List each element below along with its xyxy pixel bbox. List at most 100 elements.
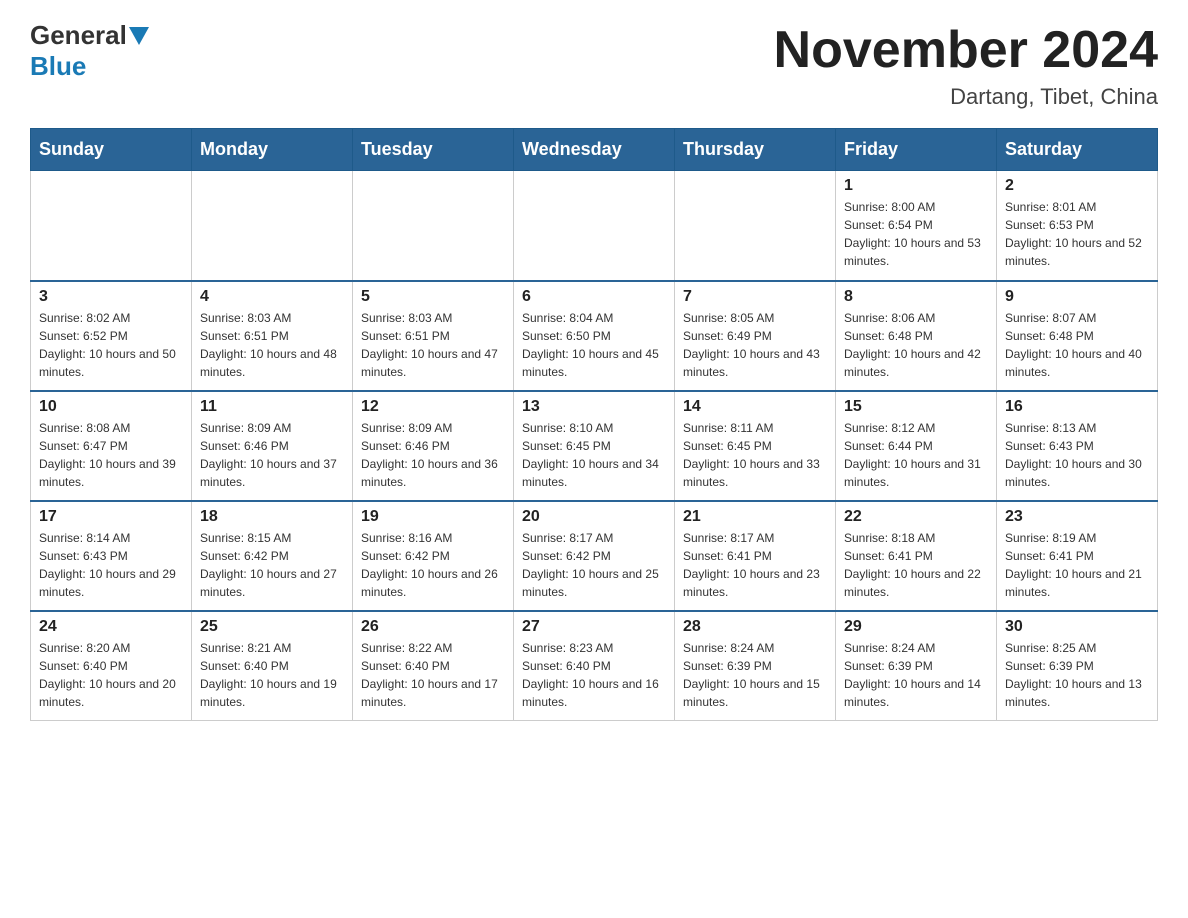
day-number: 23 — [1005, 508, 1149, 526]
day-info: Sunrise: 8:05 AMSunset: 6:49 PMDaylight:… — [683, 309, 827, 381]
calendar-cell: 8Sunrise: 8:06 AMSunset: 6:48 PMDaylight… — [836, 281, 997, 391]
col-header-wednesday: Wednesday — [514, 129, 675, 171]
calendar-cell: 28 Sunrise: 8:24 AMSunset: 6:39 PMDayligh… — [675, 611, 836, 721]
day-number: 3 — [39, 288, 183, 306]
calendar-cell: 27 Sunrise: 8:23 AMSunset: 6:40 PMDayligh… — [514, 611, 675, 721]
day-number: 24 — [39, 618, 183, 636]
day-number: 26 — [361, 618, 505, 636]
day-info: Sunrise: 8:09 AMSunset: 6:46 PMDaylight:… — [200, 419, 344, 491]
day-number: 14 — [683, 398, 827, 416]
day-number: 28 — [683, 618, 827, 636]
day-number: 21 — [683, 508, 827, 526]
day-number: 7 — [683, 288, 827, 306]
day-info: Sunrise: 8:17 AMSunset: 6:41 PMDaylight:… — [683, 529, 827, 601]
week-row-2: 3Sunrise: 8:02 AMSunset: 6:52 PMDaylight… — [31, 281, 1158, 391]
calendar-cell: 14 Sunrise: 8:11 AMSunset: 6:45 PMDayligh… — [675, 391, 836, 501]
day-number: 9 — [1005, 288, 1149, 306]
logo-triangle-icon — [129, 27, 149, 45]
day-number: 5 — [361, 288, 505, 306]
day-info: Sunrise: 8:01 AMSunset: 6:53 PMDaylight:… — [1005, 198, 1149, 270]
col-header-sunday: Sunday — [31, 129, 192, 171]
calendar-cell — [514, 171, 675, 281]
day-number: 13 — [522, 398, 666, 416]
calendar-cell — [192, 171, 353, 281]
day-info: Sunrise: 8:09 AMSunset: 6:46 PMDaylight:… — [361, 419, 505, 491]
col-header-saturday: Saturday — [997, 129, 1158, 171]
day-info: Sunrise: 8:19 AMSunset: 6:41 PMDaylight:… — [1005, 529, 1149, 601]
calendar-table: SundayMondayTuesdayWednesdayThursdayFrid… — [30, 128, 1158, 721]
calendar-cell — [353, 171, 514, 281]
week-row-4: 17Sunrise: 8:14 AMSunset: 6:43 PMDayligh… — [31, 501, 1158, 611]
day-number: 30 — [1005, 618, 1149, 636]
day-info: Sunrise: 8:13 AMSunset: 6:43 PMDaylight:… — [1005, 419, 1149, 491]
title-area: November 2024 Dartang, Tibet, China — [774, 20, 1158, 110]
day-number: 10 — [39, 398, 183, 416]
day-info: Sunrise: 8:16 AMSunset: 6:42 PMDaylight:… — [361, 529, 505, 601]
day-info: Sunrise: 8:14 AMSunset: 6:43 PMDaylight:… — [39, 529, 183, 601]
calendar-cell: 11Sunrise: 8:09 AMSunset: 6:46 PMDayligh… — [192, 391, 353, 501]
calendar-title: November 2024 — [774, 20, 1158, 80]
calendar-cell: 19 Sunrise: 8:16 AMSunset: 6:42 PMDayligh… — [353, 501, 514, 611]
day-info: Sunrise: 8:23 AMSunset: 6:40 PMDaylight:… — [522, 639, 666, 711]
col-header-monday: Monday — [192, 129, 353, 171]
day-number: 27 — [522, 618, 666, 636]
calendar-cell: 12 Sunrise: 8:09 AMSunset: 6:46 PMDayligh… — [353, 391, 514, 501]
calendar-cell: 10 Sunrise: 8:08 AMSunset: 6:47 PMDayligh… — [31, 391, 192, 501]
week-row-5: 24 Sunrise: 8:20 AMSunset: 6:40 PMDayligh… — [31, 611, 1158, 721]
logo-blue-text: Blue — [30, 51, 86, 81]
col-header-thursday: Thursday — [675, 129, 836, 171]
calendar-cell: 22Sunrise: 8:18 AMSunset: 6:41 PMDayligh… — [836, 501, 997, 611]
calendar-cell: 15 Sunrise: 8:12 AMSunset: 6:44 PMDayligh… — [836, 391, 997, 501]
day-number: 20 — [522, 508, 666, 526]
day-info: Sunrise: 8:11 AMSunset: 6:45 PMDaylight:… — [683, 419, 827, 491]
calendar-cell: 26 Sunrise: 8:22 AMSunset: 6:40 PMDayligh… — [353, 611, 514, 721]
day-info: Sunrise: 8:03 AMSunset: 6:51 PMDaylight:… — [200, 309, 344, 381]
day-info: Sunrise: 8:17 AMSunset: 6:42 PMDaylight:… — [522, 529, 666, 601]
day-info: Sunrise: 8:24 AMSunset: 6:39 PMDaylight:… — [844, 639, 988, 711]
day-info: Sunrise: 8:04 AMSunset: 6:50 PMDaylight:… — [522, 309, 666, 381]
col-header-tuesday: Tuesday — [353, 129, 514, 171]
day-number: 18 — [200, 508, 344, 526]
day-number: 15 — [844, 398, 988, 416]
calendar-cell: 9 Sunrise: 8:07 AMSunset: 6:48 PMDaylight… — [997, 281, 1158, 391]
calendar-cell: 25 Sunrise: 8:21 AMSunset: 6:40 PMDayligh… — [192, 611, 353, 721]
col-header-friday: Friday — [836, 129, 997, 171]
day-number: 2 — [1005, 177, 1149, 195]
day-number: 12 — [361, 398, 505, 416]
day-info: Sunrise: 8:00 AMSunset: 6:54 PMDaylight:… — [844, 198, 988, 270]
day-info: Sunrise: 8:20 AMSunset: 6:40 PMDaylight:… — [39, 639, 183, 711]
day-number: 25 — [200, 618, 344, 636]
calendar-cell: 3Sunrise: 8:02 AMSunset: 6:52 PMDaylight… — [31, 281, 192, 391]
day-info: Sunrise: 8:22 AMSunset: 6:40 PMDaylight:… — [361, 639, 505, 711]
calendar-cell — [31, 171, 192, 281]
calendar-cell: 1Sunrise: 8:00 AMSunset: 6:54 PMDaylight… — [836, 171, 997, 281]
calendar-subtitle: Dartang, Tibet, China — [774, 84, 1158, 110]
day-info: Sunrise: 8:24 AMSunset: 6:39 PMDaylight:… — [683, 639, 827, 711]
calendar-cell: 21 Sunrise: 8:17 AMSunset: 6:41 PMDayligh… — [675, 501, 836, 611]
calendar-cell: 24 Sunrise: 8:20 AMSunset: 6:40 PMDayligh… — [31, 611, 192, 721]
header: General Blue November 2024 Dartang, Tibe… — [30, 20, 1158, 110]
day-number: 19 — [361, 508, 505, 526]
calendar-cell: 29Sunrise: 8:24 AMSunset: 6:39 PMDayligh… — [836, 611, 997, 721]
calendar-cell: 20 Sunrise: 8:17 AMSunset: 6:42 PMDayligh… — [514, 501, 675, 611]
calendar-cell: 4 Sunrise: 8:03 AMSunset: 6:51 PMDaylight… — [192, 281, 353, 391]
day-info: Sunrise: 8:12 AMSunset: 6:44 PMDaylight:… — [844, 419, 988, 491]
day-number: 16 — [1005, 398, 1149, 416]
day-info: Sunrise: 8:25 AMSunset: 6:39 PMDaylight:… — [1005, 639, 1149, 711]
calendar-cell: 7 Sunrise: 8:05 AMSunset: 6:49 PMDaylight… — [675, 281, 836, 391]
calendar-cell: 2 Sunrise: 8:01 AMSunset: 6:53 PMDaylight… — [997, 171, 1158, 281]
calendar-cell: 17Sunrise: 8:14 AMSunset: 6:43 PMDayligh… — [31, 501, 192, 611]
day-number: 6 — [522, 288, 666, 306]
day-info: Sunrise: 8:08 AMSunset: 6:47 PMDaylight:… — [39, 419, 183, 491]
day-header-row: SundayMondayTuesdayWednesdayThursdayFrid… — [31, 129, 1158, 171]
calendar-cell: 5Sunrise: 8:03 AMSunset: 6:51 PMDaylight… — [353, 281, 514, 391]
logo-general-text: General — [30, 20, 127, 51]
day-info: Sunrise: 8:07 AMSunset: 6:48 PMDaylight:… — [1005, 309, 1149, 381]
day-info: Sunrise: 8:21 AMSunset: 6:40 PMDaylight:… — [200, 639, 344, 711]
week-row-3: 10 Sunrise: 8:08 AMSunset: 6:47 PMDayligh… — [31, 391, 1158, 501]
day-number: 4 — [200, 288, 344, 306]
calendar-cell: 6 Sunrise: 8:04 AMSunset: 6:50 PMDaylight… — [514, 281, 675, 391]
calendar-cell: 13Sunrise: 8:10 AMSunset: 6:45 PMDayligh… — [514, 391, 675, 501]
calendar-cell: 23 Sunrise: 8:19 AMSunset: 6:41 PMDayligh… — [997, 501, 1158, 611]
calendar-cell: 30 Sunrise: 8:25 AMSunset: 6:39 PMDayligh… — [997, 611, 1158, 721]
